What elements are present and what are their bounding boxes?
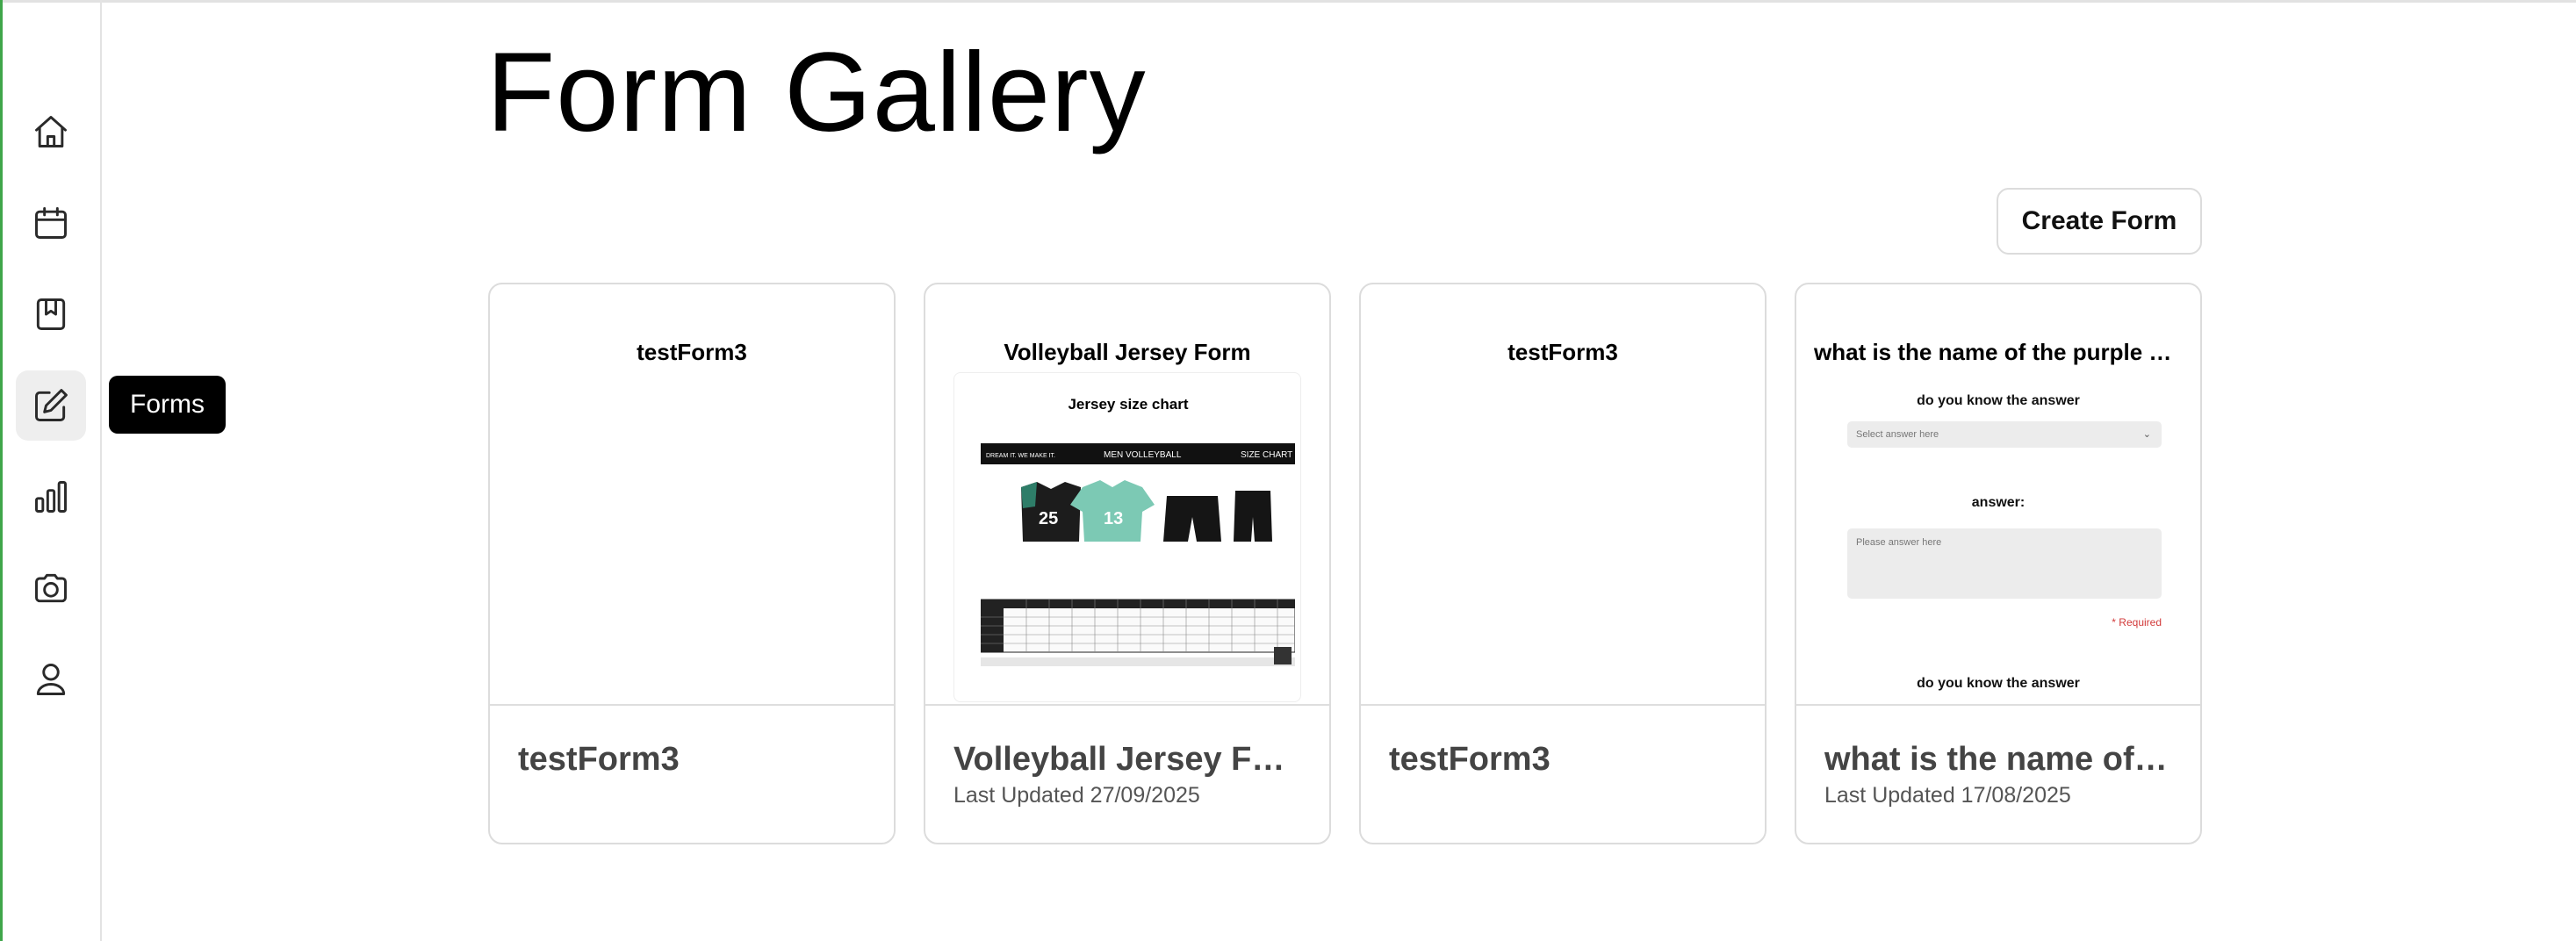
preview-title: Volleyball Jersey Form (1004, 339, 1251, 365)
page-title: Form Gallery (486, 30, 1147, 155)
camera-icon (35, 573, 67, 603)
svg-text:MEN VOLLEYBALL: MEN VOLLEYBALL (1104, 450, 1182, 460)
question-label: do you know the answer (1917, 676, 2080, 691)
preview-image-block: Jersey size chart DREAM IT. WE MAKE IT. … (953, 372, 1301, 702)
top-border (0, 0, 2576, 3)
edit-icon (35, 389, 68, 421)
chevron-down-icon: ⌄ (2142, 429, 2151, 440)
form-card[interactable]: Volleyball Jersey Form Jersey size chart… (924, 283, 1331, 844)
card-divider (1796, 704, 2200, 706)
preview-title: testForm3 (637, 339, 747, 365)
window-edge-accent (0, 0, 3, 941)
create-form-button[interactable]: Create Form (1997, 188, 2202, 255)
select-placeholder: Select answer here (1856, 429, 1939, 440)
form-card[interactable]: testForm3 testForm3 (1359, 283, 1767, 844)
question-label: answer: (1971, 495, 2026, 510)
form-preview: Volleyball Jersey Form Jersey size chart… (925, 284, 1329, 704)
sidebar-item-forms[interactable] (16, 370, 86, 441)
card-divider (490, 704, 894, 706)
svg-text:SIZE CHART: SIZE CHART (1241, 450, 1292, 460)
sidebar-item-home[interactable] (16, 97, 86, 167)
user-icon (36, 664, 66, 695)
svg-text:DREAM IT. WE MAKE IT.: DREAM IT. WE MAKE IT. (986, 453, 1055, 459)
home-icon (35, 116, 67, 147)
card-title: Volleyball Jersey Form (953, 741, 1305, 778)
last-updated: Last Updated 17/08/2025 (1824, 783, 2071, 808)
form-card[interactable]: what is the name of the purple cr... do … (1795, 283, 2202, 844)
preview-title: what is the name of the purple cr... (1814, 339, 2183, 365)
card-title: testForm3 (1389, 741, 1551, 778)
size-chart-image: DREAM IT. WE MAKE IT. MEN VOLLEYBALL SIZ… (981, 443, 1295, 668)
answer-textarea: Please answer here (1847, 528, 2162, 599)
answer-select: Select answer here ⌄ (1847, 421, 2162, 448)
preview-title: testForm3 (1507, 339, 1618, 365)
card-divider (1361, 704, 1765, 706)
bar-chart-icon (35, 481, 67, 513)
sidebar-item-camera[interactable] (16, 553, 86, 623)
card-divider (925, 704, 1329, 706)
card-title: what is the name of t... (1824, 741, 2176, 778)
sidebar-item-profile[interactable] (16, 644, 86, 715)
question-label: do you know the answer (1917, 393, 2080, 408)
card-title: testForm3 (518, 741, 680, 778)
forms-tooltip: Forms (109, 376, 226, 434)
bookmark-icon (36, 298, 66, 330)
required-note: * Required (2112, 616, 2162, 629)
form-preview: testForm3 (1361, 284, 1765, 704)
sidebar-item-analytics[interactable] (16, 462, 86, 532)
sidebar-item-calendar[interactable] (16, 188, 86, 258)
last-updated: Last Updated 27/09/2025 (953, 783, 1200, 808)
sidebar-item-bookmarks[interactable] (16, 279, 86, 349)
image-caption: Jersey size chart (1068, 396, 1189, 413)
calendar-icon (35, 207, 67, 239)
svg-text:25: 25 (1039, 509, 1058, 528)
svg-text:13: 13 (1104, 509, 1123, 528)
form-preview: testForm3 (490, 284, 894, 704)
form-preview: what is the name of the purple cr... do … (1796, 284, 2200, 704)
form-card[interactable]: testForm3 testForm3 (488, 283, 896, 844)
sidebar (0, 0, 102, 941)
